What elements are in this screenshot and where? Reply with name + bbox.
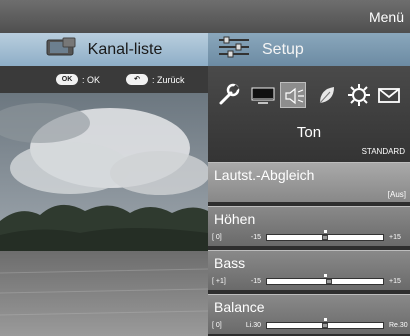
setup-panel: Ton STANDARD Lautst.-Abgleich [Aus] Höhe… bbox=[208, 66, 410, 336]
slider-max-label: +15 bbox=[389, 277, 401, 285]
slider-knob[interactable] bbox=[322, 234, 328, 240]
slider-center-mark bbox=[324, 273, 327, 277]
tab-setup[interactable]: Setup bbox=[208, 33, 410, 66]
slider-min-label: Li.30 bbox=[245, 321, 261, 329]
slider-min-label: -15 bbox=[250, 277, 261, 285]
menu-item-lautst-abgleich[interactable]: Lautst.-Abgleich [Aus] bbox=[208, 162, 410, 202]
back-hint-label: : Zurück bbox=[152, 74, 185, 85]
ok-button-icon: OK bbox=[56, 74, 78, 85]
wrench-icon[interactable] bbox=[216, 82, 242, 108]
bass-slider[interactable] bbox=[266, 273, 384, 285]
tab-setup-label: Setup bbox=[262, 40, 304, 58]
slider-knob[interactable] bbox=[325, 278, 332, 284]
slider-current-value: [ 0] bbox=[212, 233, 222, 241]
slider-knob[interactable] bbox=[322, 322, 328, 328]
item-title: Bass bbox=[214, 255, 246, 271]
slider-current-value: [ 0] bbox=[212, 321, 222, 329]
menu-item-hoehen[interactable]: Höhen [ 0] -15 +15 bbox=[208, 206, 410, 246]
back-button-icon: ↶ bbox=[126, 74, 149, 85]
category-row: Ton STANDARD bbox=[208, 66, 410, 162]
item-title: Balance bbox=[214, 299, 265, 315]
balance-slider[interactable] bbox=[266, 317, 384, 329]
menu-title: Menü bbox=[368, 9, 404, 25]
envelope-icon[interactable] bbox=[376, 82, 402, 108]
menu-item-bass[interactable]: Bass [ +1] -15 +15 bbox=[208, 250, 410, 290]
gear-icon[interactable] bbox=[346, 82, 372, 108]
equalizer-icon bbox=[218, 36, 250, 63]
tab-kanal-liste-label: Kanal-liste bbox=[87, 40, 163, 58]
tv-preview-image bbox=[0, 93, 208, 336]
slider-max-label: +15 bbox=[389, 233, 401, 241]
speaker-icon[interactable] bbox=[280, 82, 306, 108]
picture-icon[interactable] bbox=[250, 82, 276, 108]
item-value: [Aus] bbox=[387, 190, 406, 199]
menu-header: Menü bbox=[0, 0, 410, 33]
tab-kanal-liste[interactable]: Kanal-liste bbox=[0, 33, 208, 66]
leaf-icon[interactable] bbox=[314, 82, 340, 108]
slider-center-mark bbox=[324, 229, 327, 233]
ok-hint-label: : OK bbox=[82, 74, 101, 85]
menu-item-balance[interactable]: Balance [ 0] Li.30 Re.30 bbox=[208, 294, 410, 334]
sound-preset-label: STANDARD bbox=[361, 147, 405, 156]
tab-bar: Kanal-liste Setup bbox=[0, 33, 410, 66]
item-title: Höhen bbox=[214, 211, 256, 227]
slider-max-label: Re.30 bbox=[389, 321, 408, 329]
category-title: Ton bbox=[296, 124, 322, 141]
slider-min-label: -15 bbox=[250, 233, 261, 241]
button-hints: OK : OK ↶ : Zurück bbox=[0, 66, 208, 93]
item-title: Lautst.-Abgleich bbox=[214, 167, 315, 183]
slider-center-mark bbox=[324, 317, 327, 321]
tv-icon bbox=[46, 37, 76, 62]
hoehen-slider[interactable] bbox=[266, 229, 384, 241]
slider-current-value: [ +1] bbox=[212, 277, 226, 285]
